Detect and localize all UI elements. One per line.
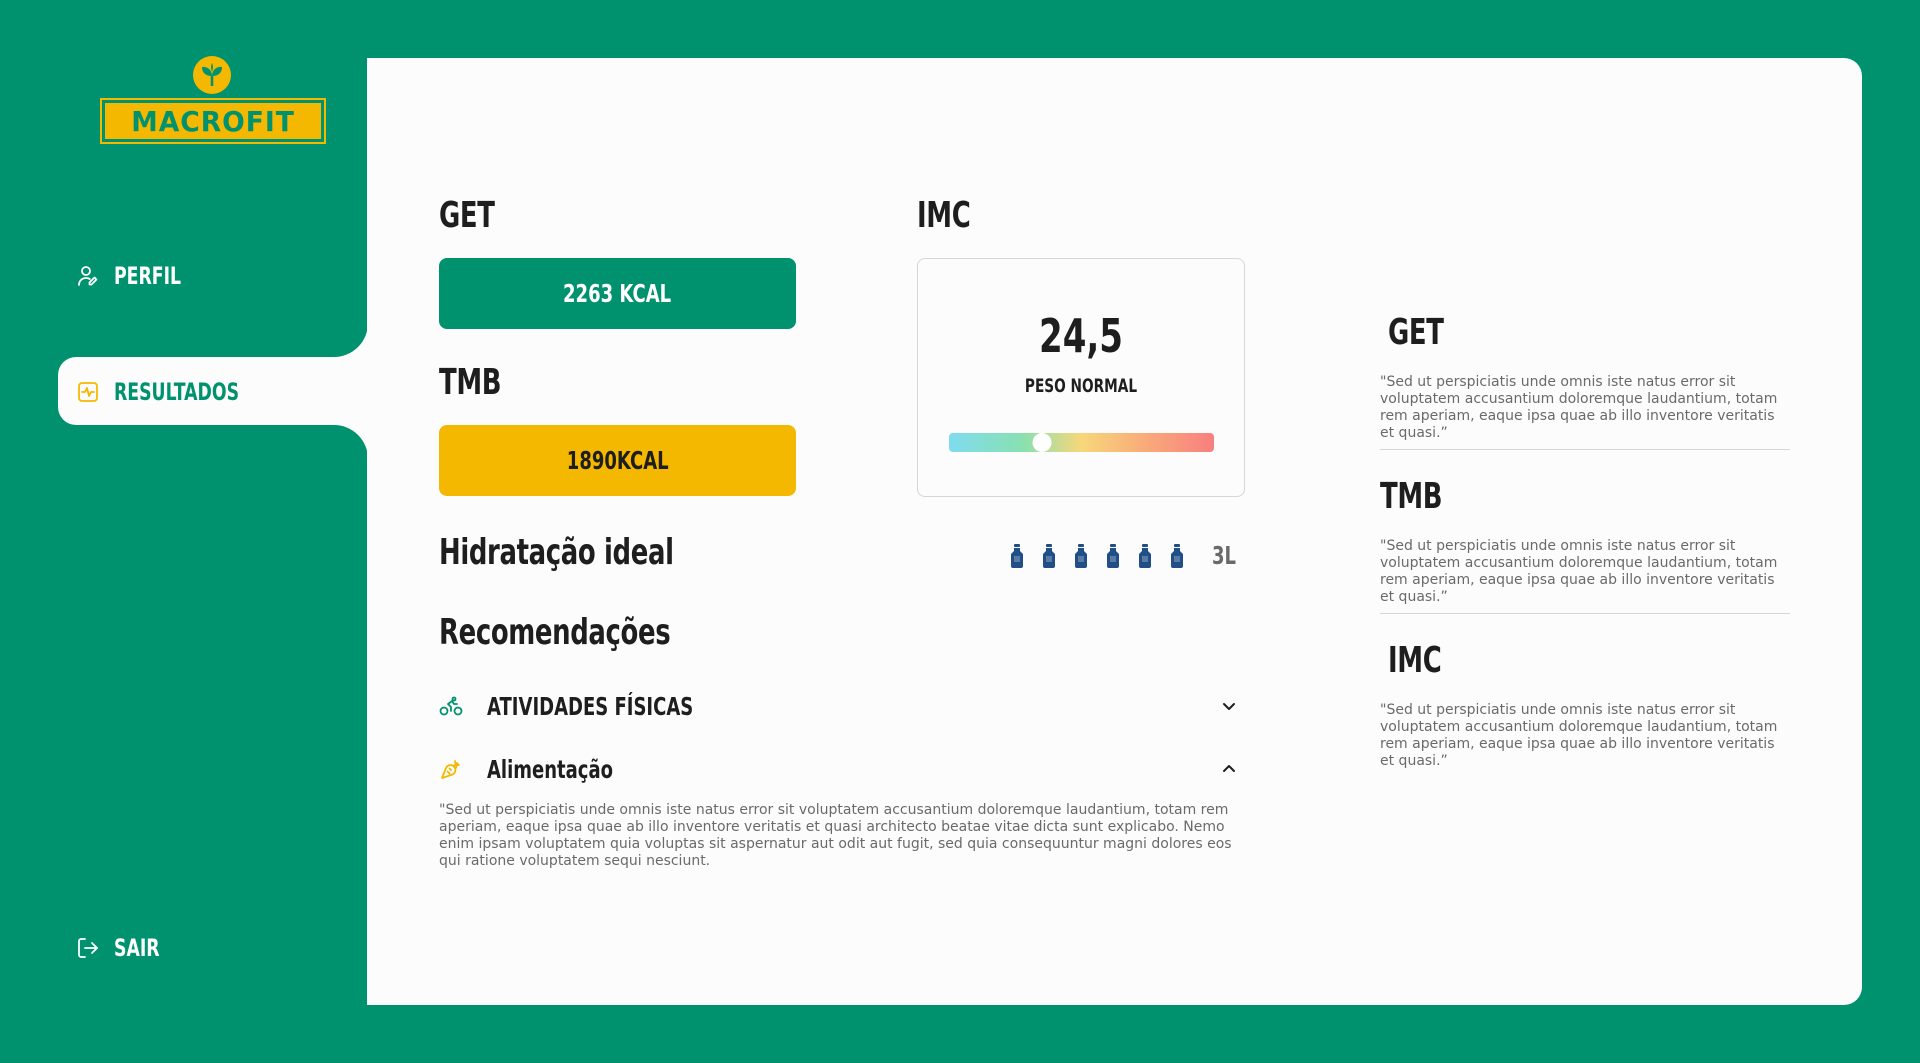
logo-wordmark: MACROFIT xyxy=(131,104,295,138)
get-value-card: 2263 KCAL xyxy=(439,258,796,329)
hydration-title: Hidratação ideal xyxy=(439,532,674,573)
water-bottle-icon xyxy=(1106,543,1120,568)
info-get-text: "Sed ut perspiciatis unde omnis iste nat… xyxy=(1380,374,1778,441)
carrot-icon xyxy=(439,757,463,781)
imc-title: IMC xyxy=(917,195,971,236)
imc-scale-bar xyxy=(949,433,1214,452)
nav-item-resultados-content[interactable]: RESULTADOS xyxy=(76,378,288,406)
divider xyxy=(1380,449,1790,450)
chevron-up-icon[interactable] xyxy=(1220,760,1238,778)
bike-icon xyxy=(439,694,463,718)
info-tmb-text: "Sed ut perspiciatis unde omnis iste nat… xyxy=(1380,538,1778,605)
imc-card: 24,5 PESO NORMAL xyxy=(917,258,1245,497)
water-bottle-icon xyxy=(1010,543,1024,568)
water-bottle-icon xyxy=(1074,543,1088,568)
tmb-value: 1890KCAL xyxy=(566,446,669,475)
activity-icon xyxy=(76,380,100,404)
active-tab-curve-bottom xyxy=(334,425,368,459)
macrofit-logo: MACROFIT xyxy=(100,56,326,146)
user-edit-icon xyxy=(76,264,100,288)
recommendations-title: Recomendações xyxy=(439,612,671,653)
nav-label-perfil: PERFIL xyxy=(114,262,182,290)
chevron-down-icon[interactable] xyxy=(1220,697,1238,715)
info-imc-title: IMC xyxy=(1388,640,1442,681)
get-value: 2263 KCAL xyxy=(563,279,672,308)
divider xyxy=(1380,613,1790,614)
water-bottle-icon xyxy=(1042,543,1056,568)
info-imc-text: "Sed ut perspiciatis unde omnis iste nat… xyxy=(1380,702,1778,769)
active-tab-curve-top xyxy=(334,323,368,357)
hydration-indicator: 3L xyxy=(1010,541,1245,570)
info-get-title: GET xyxy=(1388,312,1444,353)
logout-icon xyxy=(76,936,100,960)
hydration-amount: 3L xyxy=(1212,541,1236,570)
accordion-label: Alimentação xyxy=(487,754,613,784)
nav-item-sair[interactable]: SAIR xyxy=(76,934,177,962)
imc-value: 24,5 xyxy=(1039,309,1123,363)
imc-scale-indicator xyxy=(1032,433,1052,452)
nav-item-perfil[interactable]: PERFIL xyxy=(76,262,207,290)
alimentacao-text: "Sed ut perspiciatis unde omnis iste nat… xyxy=(439,802,1232,869)
water-bottle-icon xyxy=(1170,543,1184,568)
imc-status: PESO NORMAL xyxy=(1024,375,1138,397)
leaf-icon xyxy=(193,56,231,94)
tmb-title: TMB xyxy=(439,362,502,403)
nav-label-resultados: RESULTADOS xyxy=(114,378,240,406)
accordion-alimentacao[interactable]: Alimentação xyxy=(439,749,1244,789)
accordion-atividades-fisicas[interactable]: ATIVIDADES FÍSICAS xyxy=(439,686,1244,726)
tmb-value-card: 1890KCAL xyxy=(439,425,796,496)
info-tmb-title: TMB xyxy=(1380,476,1443,517)
water-bottle-icon xyxy=(1138,543,1152,568)
accordion-label: ATIVIDADES FÍSICAS xyxy=(487,691,694,721)
nav-label-sair: SAIR xyxy=(114,934,160,962)
get-title: GET xyxy=(439,195,495,236)
